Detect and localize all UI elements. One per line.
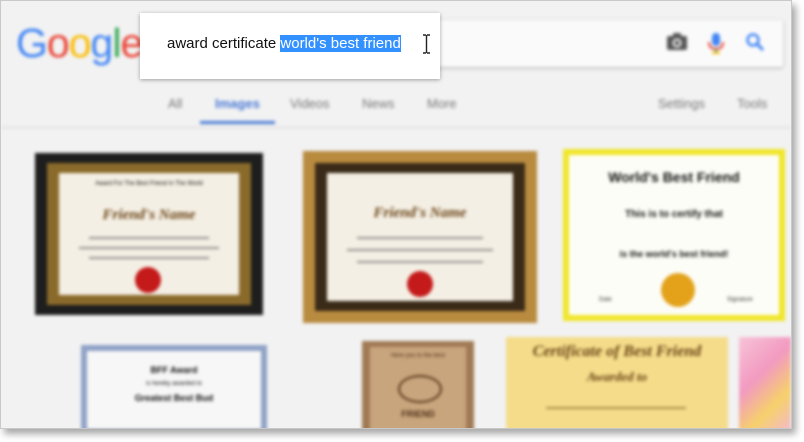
gold-seal-icon: [661, 273, 695, 307]
certificate-subtitle: Awarded to: [586, 369, 648, 384]
image-result-4[interactable]: BFF Award is hereby awarded to Greatest …: [81, 345, 267, 428]
logo-letter-e: e: [120, 20, 143, 66]
image-result-6[interactable]: Certificate of Best Friend Awarded to: [506, 337, 728, 428]
active-tab-underline: [200, 121, 275, 124]
search-icon[interactable]: [745, 32, 765, 52]
plaque-emblem-icon: [398, 375, 442, 403]
certificate-title: World's Best Friend: [608, 169, 740, 185]
logo-letter-o: o: [46, 20, 70, 66]
red-seal-icon: [135, 267, 161, 293]
certificate-title: BFF Award: [150, 365, 198, 375]
text-line: [79, 247, 219, 249]
screenshot-frame: Google All Images Videos News More Setti…: [0, 0, 792, 429]
logo-letter-o2: o: [68, 20, 92, 66]
certificate-line-1: is hereby awarded to: [146, 381, 202, 387]
tab-images[interactable]: Images: [215, 96, 260, 111]
text-line: [89, 257, 209, 259]
image-result-1[interactable]: Award For The Best Friend In The World F…: [35, 153, 263, 315]
text-cursor-icon: [423, 34, 430, 54]
plaque-heading: Here you to the best: [390, 353, 446, 359]
date-label: Date: [599, 297, 612, 303]
text-line: [546, 407, 686, 409]
red-seal-icon: [407, 271, 433, 297]
camera-icon[interactable]: [666, 32, 688, 52]
text-line: [89, 237, 209, 239]
search-tabs: All Images Videos News More Settings Too…: [1, 93, 791, 125]
tabs-divider: [1, 127, 791, 128]
text-line: [357, 261, 483, 263]
tab-more[interactable]: More: [427, 96, 457, 111]
search-query-selected-text: world's best friend: [280, 35, 401, 52]
search-query-text: award certificate: [167, 35, 281, 52]
search-box[interactable]: award certificate world's best friend: [140, 13, 440, 79]
text-line: [357, 237, 483, 239]
tab-news[interactable]: News: [362, 96, 395, 111]
certificate-name: Friend's Name: [102, 207, 196, 223]
logo-letter-g2: g: [90, 20, 114, 66]
google-logo[interactable]: Google: [16, 20, 143, 66]
image-result-5[interactable]: Here you to the best FRIEND: [362, 341, 474, 428]
tab-tools[interactable]: Tools: [737, 96, 767, 111]
plaque-face: Here you to the best FRIEND: [370, 347, 466, 428]
image-result-3[interactable]: World's Best Friend This is to certify t…: [563, 149, 785, 321]
certificate-line-1: This is to certify that: [625, 209, 723, 220]
logo-letter-l: l: [112, 20, 121, 66]
plaque-word: FRIEND: [401, 409, 435, 419]
certificate-name: Friend's Name: [373, 205, 467, 221]
text-line: [347, 249, 493, 251]
tab-settings[interactable]: Settings: [658, 96, 705, 111]
certificate-line-2: is the world's best friend!: [619, 249, 729, 259]
tab-all[interactable]: All: [168, 96, 182, 111]
certificate-paper: Award For The Best Friend In The World F…: [59, 173, 239, 295]
certificate-title: Certificate of Best Friend: [532, 343, 702, 360]
microphone-icon[interactable]: [707, 32, 725, 54]
image-result-7[interactable]: [739, 337, 791, 428]
logo-letter-g: G: [16, 20, 48, 66]
tab-videos[interactable]: Videos: [290, 96, 330, 111]
search-input[interactable]: award certificate world's best friend: [167, 35, 401, 52]
signature-label: Signature: [727, 297, 753, 303]
certificate-paper: Friend's Name: [327, 173, 513, 301]
certificate-title: Award For The Best Friend In The World: [95, 181, 203, 187]
image-result-2[interactable]: Friend's Name: [303, 151, 537, 323]
certificate-name: Greatest Best Bud: [134, 393, 214, 403]
